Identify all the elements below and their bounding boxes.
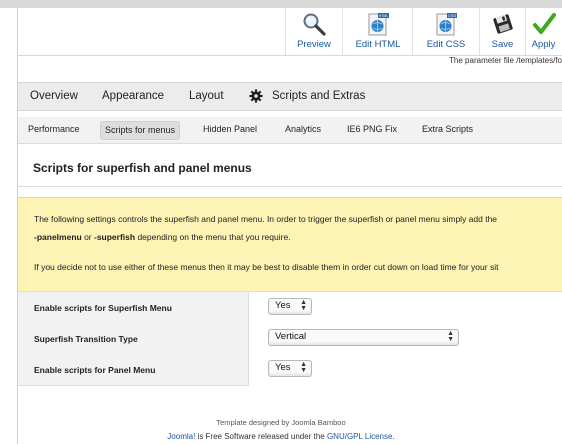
- sub-tab-bar: Performance Scripts for menus Hidden Pan…: [18, 117, 562, 144]
- gpl-license-link[interactable]: GNU/GPL License: [327, 432, 393, 441]
- preview-label: Preview: [297, 39, 331, 50]
- tab-appearance[interactable]: Appearance: [102, 83, 164, 110]
- transition-type-select[interactable]: Vertical ▲ ▼: [268, 329, 459, 346]
- select-value: Yes: [275, 300, 291, 311]
- apply-label: Apply: [531, 39, 556, 50]
- subtab-performance[interactable]: Performance: [24, 121, 84, 138]
- css-file-icon: CSS: [436, 13, 457, 36]
- stepper-arrows-icon: ▲ ▼: [300, 299, 307, 312]
- setting-label: Enable scripts for Superfish Menu: [34, 303, 172, 313]
- footer-credit: Template designed by Joomla Bamboo: [216, 418, 346, 427]
- tab-scripts-and-extras[interactable]: Scripts and Extras: [272, 83, 365, 110]
- notice-line-3: If you decide not to use either of these…: [34, 262, 499, 272]
- preview-button[interactable]: Preview: [285, 8, 342, 55]
- notice-superfish-keyword: -superfish: [93, 232, 136, 242]
- footer-license: Joomla! is Free Software released under …: [0, 432, 562, 441]
- notice-line-1: The following settings controls the supe…: [34, 214, 498, 224]
- subtab-analytics[interactable]: Analytics: [281, 121, 325, 138]
- save-button[interactable]: Save: [479, 8, 526, 55]
- subtab-hidden-panel[interactable]: Hidden Panel: [199, 121, 261, 138]
- footer-mid-text: is Free Software released under the: [195, 432, 327, 441]
- setting-label: Superfish Transition Type: [34, 334, 138, 344]
- setting-row-superfish-enable: Enable scripts for Superfish Menu: [18, 292, 249, 324]
- select-value: Yes: [275, 362, 291, 373]
- edit-css-label: Edit CSS: [426, 39, 466, 50]
- toolbar: Preview HTML Edit HTML CSS Edit CSS Save…: [18, 8, 562, 56]
- css-badge-text: CSS: [448, 13, 457, 18]
- html-file-icon: HTML: [368, 13, 389, 36]
- info-notice: The following settings controls the supe…: [18, 197, 562, 292]
- parameter-file-info: The parameter file /templates/fo: [449, 56, 562, 65]
- notice-panelmenu-keyword: -panelmenu: [34, 232, 82, 242]
- setting-row-panel-enable: Enable scripts for Panel Menu: [18, 354, 249, 386]
- page-title: Scripts for superfish and panel menus: [33, 161, 252, 175]
- floppy-disk-icon: [492, 14, 513, 34]
- magnifier-icon: [303, 13, 326, 36]
- window-top-band: [0, 0, 562, 8]
- setting-row-transition-type: Superfish Transition Type: [18, 323, 249, 355]
- apply-button[interactable]: Apply: [525, 8, 562, 55]
- tab-layout[interactable]: Layout: [189, 83, 224, 110]
- gear-icon: [249, 89, 263, 103]
- subtab-scripts-for-menus[interactable]: Scripts for menus: [100, 121, 181, 140]
- footer-end-text: .: [392, 432, 395, 441]
- notice-or-text: or: [81, 232, 94, 242]
- subtab-extra-scripts[interactable]: Extra Scripts: [418, 121, 477, 138]
- stepper-arrows-icon: ▲ ▼: [447, 330, 454, 343]
- select-value: Vertical: [275, 331, 307, 342]
- heading-divider: [18, 186, 562, 187]
- joomla-link[interactable]: Joomla!: [167, 432, 195, 441]
- edit-html-button[interactable]: HTML Edit HTML: [342, 8, 413, 55]
- tab-overview[interactable]: Overview: [30, 83, 78, 110]
- main-tab-bar: Overview Appearance Layout Scripts and E…: [18, 82, 562, 111]
- stepper-arrows-icon: ▲ ▼: [300, 361, 307, 374]
- subtab-ie6-png-fix[interactable]: IE6 PNG Fix: [343, 121, 401, 138]
- panel-enable-select[interactable]: Yes ▲ ▼: [268, 360, 312, 377]
- html-badge-text: HTML: [379, 14, 389, 18]
- notice-line-2-end: depending on the menu that you require.: [135, 232, 291, 242]
- superfish-enable-select[interactable]: Yes ▲ ▼: [268, 298, 312, 315]
- edit-html-label: Edit HTML: [355, 39, 401, 50]
- setting-label: Enable scripts for Panel Menu: [34, 365, 156, 375]
- save-label: Save: [491, 39, 514, 50]
- checkmark-icon: [532, 13, 556, 34]
- notice-line-2: -panelmenu or -superfish depending on th…: [34, 232, 291, 242]
- edit-css-button[interactable]: CSS Edit CSS: [412, 8, 479, 55]
